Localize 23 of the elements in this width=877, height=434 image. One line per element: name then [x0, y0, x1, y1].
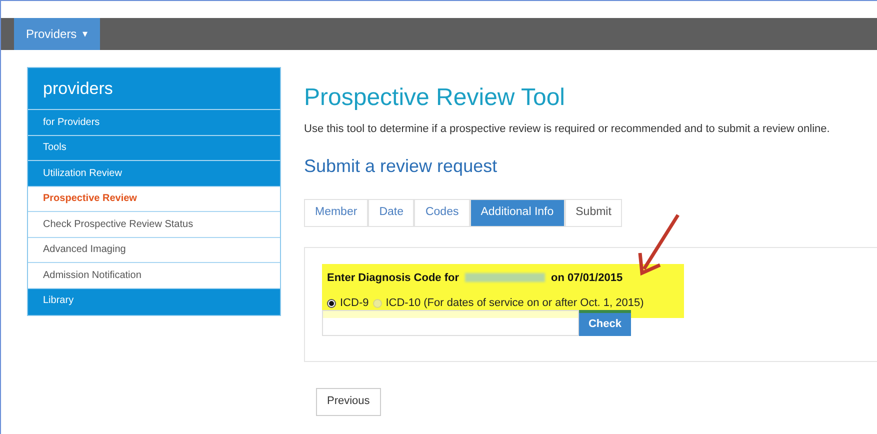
providers-menu[interactable]: Providers ▾	[14, 18, 100, 50]
page-title: Prospective Review Tool	[304, 84, 566, 112]
step-tab[interactable]: Additional Info	[470, 198, 565, 226]
step-tab[interactable]: Submit	[564, 198, 622, 226]
radio-label: ICD-9	[340, 296, 369, 311]
step-tab[interactable]: Date	[368, 198, 414, 226]
diagnosis-label: Enter Diagnosis Code for	[327, 270, 460, 286]
step-tab[interactable]: Codes	[414, 198, 470, 226]
sidebar-title: providers	[42, 78, 114, 100]
sidebar-item[interactable]: Advanced Imaging	[28, 236, 280, 262]
service-date: on 07/01/2015	[551, 270, 623, 286]
check-button[interactable]: Check	[579, 310, 631, 336]
sidebar-item[interactable]: Check Prospective Review Status	[28, 211, 280, 236]
radio-button[interactable]	[327, 298, 336, 308]
step-tab[interactable]: Member	[304, 198, 368, 226]
previous-button[interactable]: Previous	[316, 388, 381, 416]
section-heading: Submit a review request	[304, 154, 498, 178]
description: Use this tool to determine if a prospective review is required or recommended and to submit a review online.	[304, 122, 831, 137]
code-input[interactable]	[322, 310, 579, 336]
sidebar-item[interactable]: Admission Notification	[28, 262, 280, 288]
sidebar-item[interactable]: Prospective Review	[28, 186, 280, 211]
arrow-annotation	[636, 213, 680, 277]
radio-label: ICD-10 (For dates of service on or after Oct. 1, 2015)	[386, 296, 644, 311]
